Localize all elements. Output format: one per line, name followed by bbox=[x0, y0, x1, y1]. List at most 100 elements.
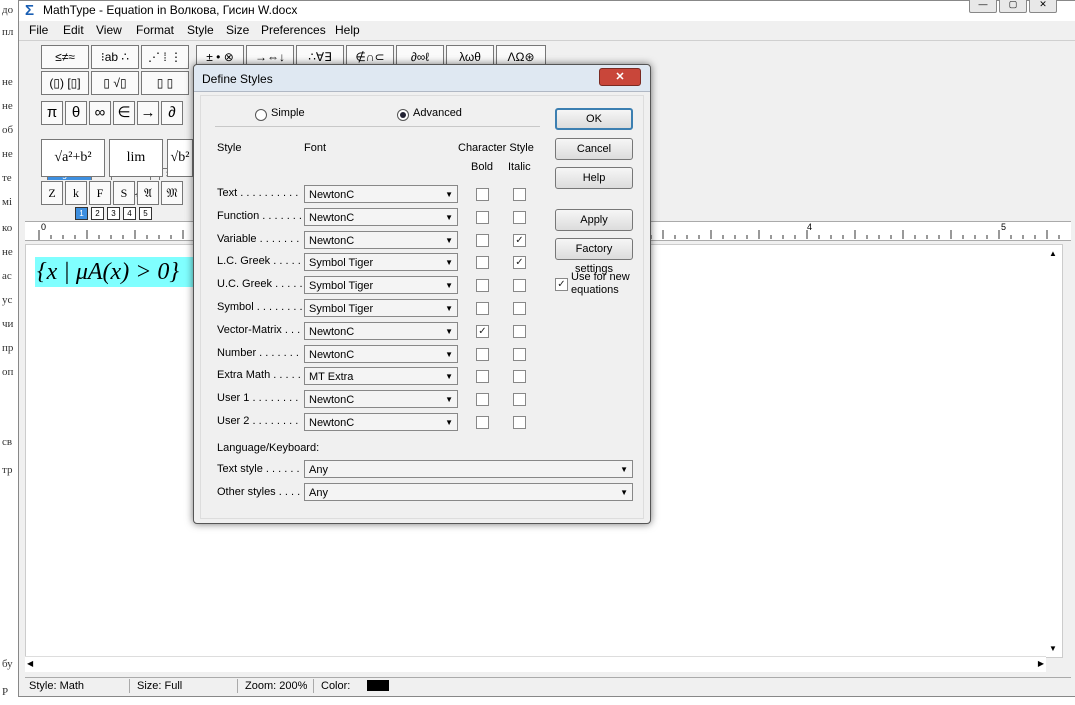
palette-spaces[interactable]: ⁝ab ∴ bbox=[91, 45, 139, 69]
style-row-label: User 2 . . . . . . . . bbox=[217, 415, 299, 427]
palette-pi[interactable]: π bbox=[41, 101, 63, 125]
advanced-radio[interactable] bbox=[397, 109, 409, 121]
simple-radio[interactable] bbox=[255, 109, 267, 121]
title-bar: Σ MathType - Equation in Волкова, Гисин … bbox=[19, 0, 1075, 21]
bold-checkbox[interactable] bbox=[476, 416, 489, 429]
tab-bar-4[interactable]: 4 bbox=[123, 207, 136, 220]
italic-checkbox[interactable] bbox=[513, 279, 526, 293]
palette-element-of[interactable]: ∈ bbox=[113, 101, 135, 125]
font-dropdown[interactable]: NewtonC ▼ bbox=[304, 344, 458, 363]
scroll-down-icon[interactable]: ▼ bbox=[1049, 644, 1057, 653]
bold-checkbox[interactable]: ✓ bbox=[476, 324, 489, 338]
bg-doc-fragment: оп bbox=[2, 366, 14, 378]
font-dropdown[interactable]: NewtonC ▼ bbox=[304, 185, 458, 203]
col-font: Font bbox=[304, 142, 327, 154]
scroll-right-icon[interactable]: ▶ bbox=[1038, 659, 1044, 668]
menu-file[interactable]: File bbox=[29, 23, 48, 37]
palette-fences[interactable]: (▯) [▯] bbox=[41, 71, 89, 95]
font-dropdown[interactable]: Symbol Tiger ▼ bbox=[304, 276, 458, 295]
menu-help[interactable]: Help bbox=[335, 23, 360, 37]
font-dropdown[interactable]: NewtonC ▼ bbox=[304, 230, 458, 249]
italic-checkbox[interactable] bbox=[513, 416, 526, 429]
palette-k[interactable]: k bbox=[65, 181, 87, 205]
tab-bar-5[interactable]: 5 bbox=[139, 207, 152, 220]
bold-checkbox[interactable] bbox=[476, 188, 489, 201]
palette-infinity[interactable]: ∞ bbox=[89, 101, 111, 125]
font-dropdown[interactable]: Symbol Tiger ▼ bbox=[304, 253, 458, 272]
font-dropdown[interactable]: MT Extra ▼ bbox=[304, 367, 458, 386]
template-limit[interactable]: lim x→∞ bbox=[109, 139, 163, 201]
help-button[interactable]: Help bbox=[555, 167, 633, 189]
palette-right-arrow[interactable]: → bbox=[137, 101, 159, 125]
template-sqrt-b[interactable]: √b² bbox=[167, 139, 193, 177]
text-style-dropdown[interactable]: Any ▼ bbox=[304, 460, 633, 478]
bold-checkbox[interactable] bbox=[476, 279, 489, 293]
equation-content[interactable]: {x | μA(x) > 0} bbox=[35, 257, 197, 287]
italic-checkbox[interactable] bbox=[513, 393, 526, 407]
bold-checkbox[interactable] bbox=[476, 256, 489, 270]
font-dropdown[interactable]: NewtonC ▼ bbox=[304, 390, 458, 409]
palette-theta[interactable]: θ bbox=[65, 101, 87, 125]
col-italic: Italic bbox=[508, 161, 531, 173]
italic-checkbox[interactable] bbox=[513, 188, 526, 201]
italic-checkbox[interactable] bbox=[513, 210, 526, 224]
palette-subscripts[interactable]: ▯ ▯ bbox=[141, 71, 189, 95]
use-for-new-checkbox[interactable]: ✓ bbox=[555, 278, 568, 291]
status-color-swatch bbox=[367, 680, 389, 691]
bold-checkbox[interactable] bbox=[476, 302, 489, 315]
scroll-up-icon[interactable]: ▲ bbox=[1049, 249, 1057, 258]
factory-settings-button[interactable]: Factory settings bbox=[555, 238, 633, 275]
minimize-icon[interactable]: — bbox=[969, 0, 997, 13]
bold-checkbox[interactable] bbox=[476, 370, 489, 384]
italic-checkbox[interactable]: ✓ bbox=[513, 233, 526, 247]
menu-format[interactable]: Format bbox=[136, 23, 174, 37]
apply-button[interactable]: Apply bbox=[555, 209, 633, 231]
palette-embellishments[interactable]: ⋰ ⁞ ⋮ bbox=[141, 45, 189, 69]
chevron-down-icon: ▼ bbox=[620, 488, 628, 497]
menu-edit[interactable]: Edit bbox=[63, 23, 84, 37]
italic-checkbox[interactable]: ✓ bbox=[513, 256, 526, 270]
italic-checkbox[interactable] bbox=[513, 302, 526, 315]
close-window-icon[interactable]: ✕ bbox=[1029, 0, 1057, 13]
menu-size[interactable]: Size bbox=[226, 23, 249, 37]
dialog-close-button[interactable]: ✕ bbox=[599, 68, 641, 86]
font-dropdown[interactable]: NewtonC ▼ bbox=[304, 321, 458, 340]
font-dropdown[interactable]: NewtonC ▼ bbox=[304, 207, 458, 226]
italic-checkbox[interactable] bbox=[513, 347, 526, 361]
palette-s[interactable]: S bbox=[113, 181, 135, 205]
menu-view[interactable]: View bbox=[96, 23, 122, 37]
bold-checkbox[interactable] bbox=[476, 393, 489, 407]
bold-checkbox[interactable] bbox=[476, 347, 489, 361]
horizontal-scrollbar[interactable]: ◀ ▶ bbox=[25, 656, 1046, 672]
palette-z[interactable]: Z bbox=[41, 181, 63, 205]
bg-doc-fragment: об bbox=[2, 124, 14, 136]
menu-preferences[interactable]: Preferences bbox=[261, 23, 326, 37]
ok-button[interactable]: OK bbox=[555, 108, 633, 130]
font-dropdown[interactable]: NewtonC ▼ bbox=[304, 413, 458, 431]
style-row-label: Extra Math . . . . . bbox=[217, 369, 301, 382]
palette-fraktur-m[interactable]: 𝔐 bbox=[161, 181, 183, 205]
italic-checkbox[interactable] bbox=[513, 324, 526, 338]
maximize-icon[interactable]: ▢ bbox=[999, 0, 1027, 13]
font-dropdown-value: NewtonC bbox=[309, 189, 355, 201]
template-sqrt-sum[interactable]: √a²+b² bbox=[41, 139, 105, 177]
menu-style[interactable]: Style bbox=[187, 23, 214, 37]
font-dropdown[interactable]: Symbol Tiger ▼ bbox=[304, 299, 458, 317]
palette-f[interactable]: F bbox=[89, 181, 111, 205]
bold-checkbox[interactable] bbox=[476, 210, 489, 224]
bg-doc-fragment: бу bbox=[2, 658, 13, 670]
palette-fraktur-a[interactable]: 𝔄 bbox=[137, 181, 159, 205]
other-styles-dropdown[interactable]: Any ▼ bbox=[304, 483, 633, 501]
vertical-scrollbar[interactable]: ▲ ▼ bbox=[1046, 249, 1061, 655]
italic-checkbox[interactable] bbox=[513, 370, 526, 384]
cancel-button[interactable]: Cancel bbox=[555, 138, 633, 160]
palette-partial[interactable]: ∂ bbox=[161, 101, 183, 125]
font-dropdown-value: NewtonC bbox=[309, 417, 355, 429]
palette-fractions-radicals[interactable]: ▯ √▯ bbox=[91, 71, 139, 95]
palette-relations[interactable]: ≤≠≈ bbox=[41, 45, 89, 69]
bold-checkbox[interactable] bbox=[476, 233, 489, 247]
tab-bar-1[interactable]: 1 bbox=[75, 207, 88, 220]
scroll-left-icon[interactable]: ◀ bbox=[27, 659, 33, 668]
tab-bar-3[interactable]: 3 bbox=[107, 207, 120, 220]
tab-bar-2[interactable]: 2 bbox=[91, 207, 104, 220]
